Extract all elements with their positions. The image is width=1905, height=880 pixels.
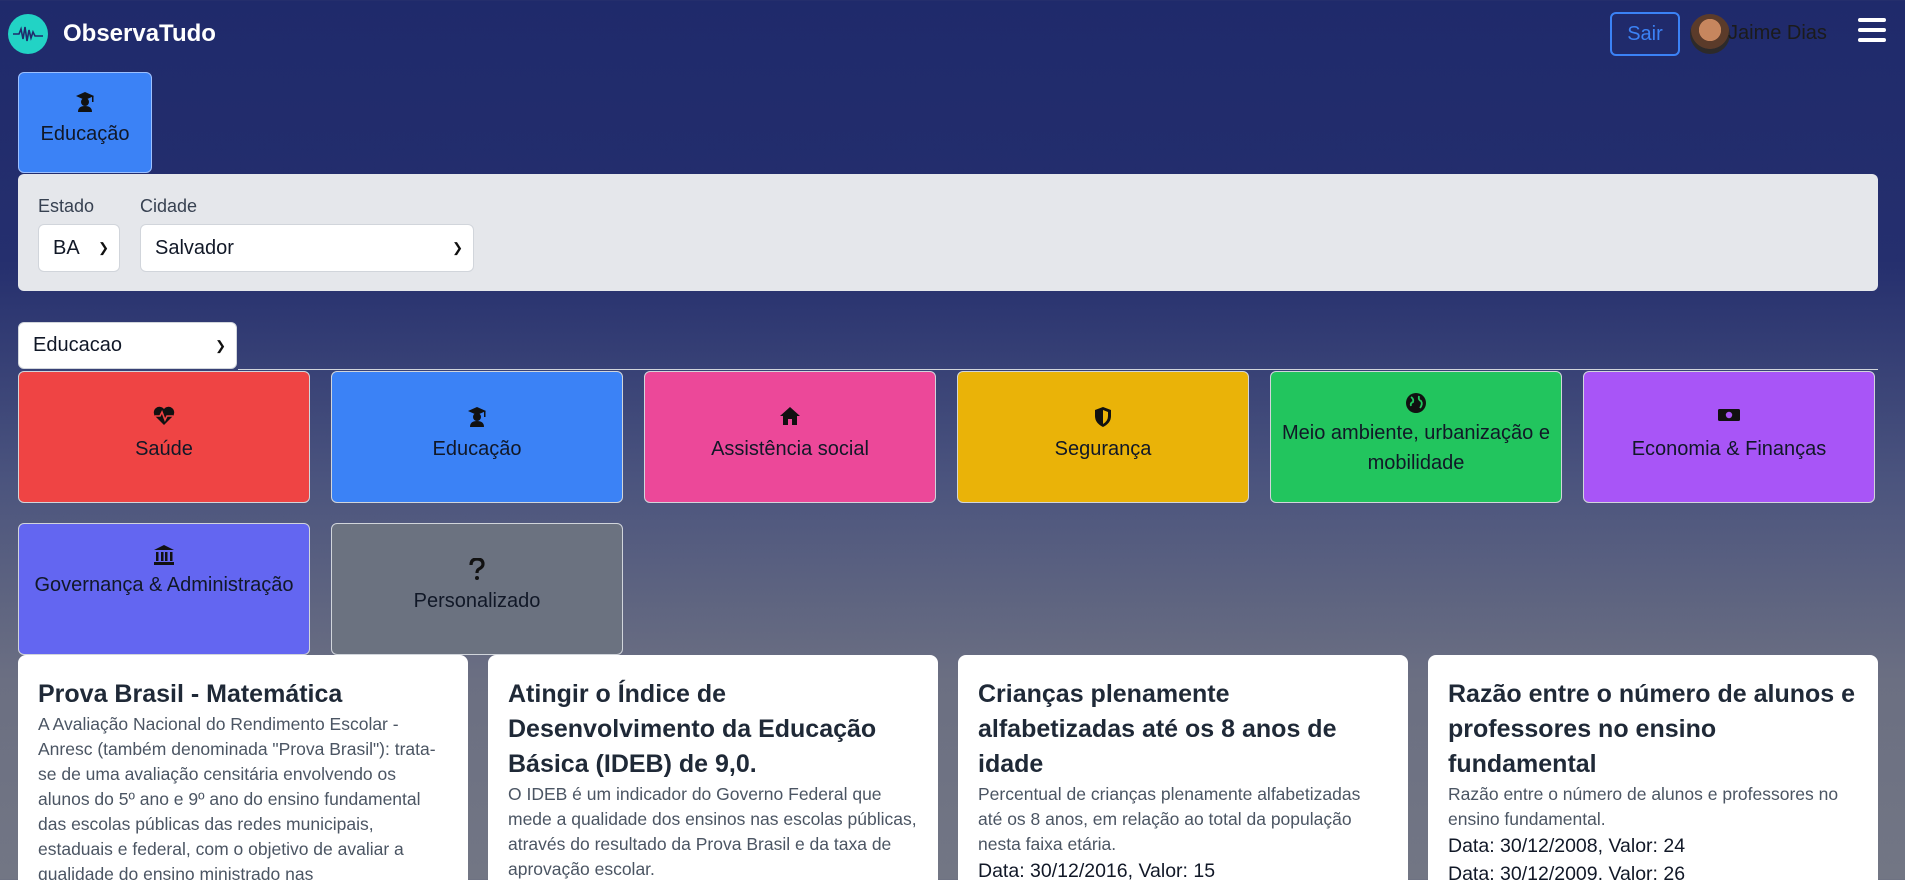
indicator-card[interactable]: Atingir o Índice de Desenvolvimento da E… [488,655,938,880]
divider [238,369,1878,370]
home-icon [780,407,800,425]
category-personalizado[interactable]: Personalizado [331,523,623,655]
indicator-card[interactable]: Prova Brasil - Matemática A Avaliação Na… [18,655,468,880]
user-name[interactable]: Jaime Dias [1728,22,1827,45]
chevron-down-icon: ❯ [215,337,226,353]
indicator-card[interactable]: Crianças plenamente alfabetizadas até os… [958,655,1408,880]
theme-select-value: Educacao [33,334,122,356]
indicator-card[interactable]: Razão entre o número de alunos e profess… [1428,655,1878,880]
brand-name[interactable]: ObservaTudo [63,20,216,48]
theme-select[interactable]: Educacao ❯ [18,322,237,369]
card-title: Atingir o Índice de Desenvolvimento da E… [508,680,877,778]
waveform-icon [13,26,43,42]
menu-icon[interactable] [1858,18,1886,46]
card-description: O IDEB é um indicador do Governo Federal… [508,784,917,879]
category-governanca[interactable]: Governança & Administração [18,523,310,655]
category-saude[interactable]: Saúde [18,371,310,503]
estado-select[interactable]: BA ❯ [38,224,120,272]
cidade-select[interactable]: Salvador ❯ [140,224,474,272]
category-label: Personalizado [413,590,541,612]
card-description: Razão entre o número de alunos e profess… [1448,784,1839,829]
card-data-point: Data: 30/12/2016, Valor: 15 [978,860,1216,880]
top-navbar: ObservaTudo Sair Jaime Dias [0,0,1905,70]
category-economia[interactable]: Economia & Finanças [1583,371,1875,503]
card-data-point: Data: 30/12/2009, Valor: 26 [1448,863,1686,880]
card-title: Crianças plenamente alfabetizadas até os… [978,680,1337,778]
shield-icon [1095,407,1111,427]
category-label: Saúde [135,438,193,460]
graduation-cap-icon [76,92,94,112]
category-seguranca[interactable]: Segurança [957,371,1249,503]
cidade-value: Salvador [155,236,234,259]
globe-icon [1406,393,1426,413]
question-icon [469,558,485,580]
category-meio-ambiente[interactable]: Meio ambiente, urbanização e mobilidade [1270,371,1562,503]
category-label: Meio ambiente, urbanização e mobilidade [1282,422,1550,474]
cidade-label: Cidade [140,196,198,216]
estado-value: BA [53,236,80,259]
card-description: Percentual de crianças plenamente alfabe… [978,784,1361,854]
tab-label: Educação [40,123,130,145]
estado-label: Estado [38,196,95,216]
category-label: Educação [432,438,522,460]
tab-educacao[interactable]: Educação [18,72,152,173]
graduation-cap-icon [468,407,486,427]
logout-button[interactable]: Sair [1610,12,1680,56]
category-label: Economia & Finanças [1631,438,1827,460]
category-assistencia-social[interactable]: Assistência social [644,371,936,503]
chevron-down-icon: ❯ [452,240,463,255]
card-data-point: Data: 30/12/2008, Valor: 24 [1448,835,1686,857]
card-description: A Avaliação Nacional do Rendimento Escol… [38,714,436,880]
avatar[interactable] [1690,14,1730,54]
card-title: Prova Brasil - Matemática [38,680,343,708]
filter-panel: Estado BA ❯ Cidade Salvador ❯ [18,174,1878,291]
money-bill-icon [1718,409,1740,421]
heart-pulse-icon [153,406,175,425]
category-label: Governança & Administração [34,574,294,596]
chevron-down-icon: ❯ [98,240,109,255]
category-label: Segurança [1054,438,1152,460]
landmark-icon [154,545,174,565]
category-educacao[interactable]: Educação [331,371,623,503]
logo[interactable] [8,14,48,54]
card-title: Razão entre o número de alunos e profess… [1448,680,1856,778]
category-label: Assistência social [711,438,869,460]
